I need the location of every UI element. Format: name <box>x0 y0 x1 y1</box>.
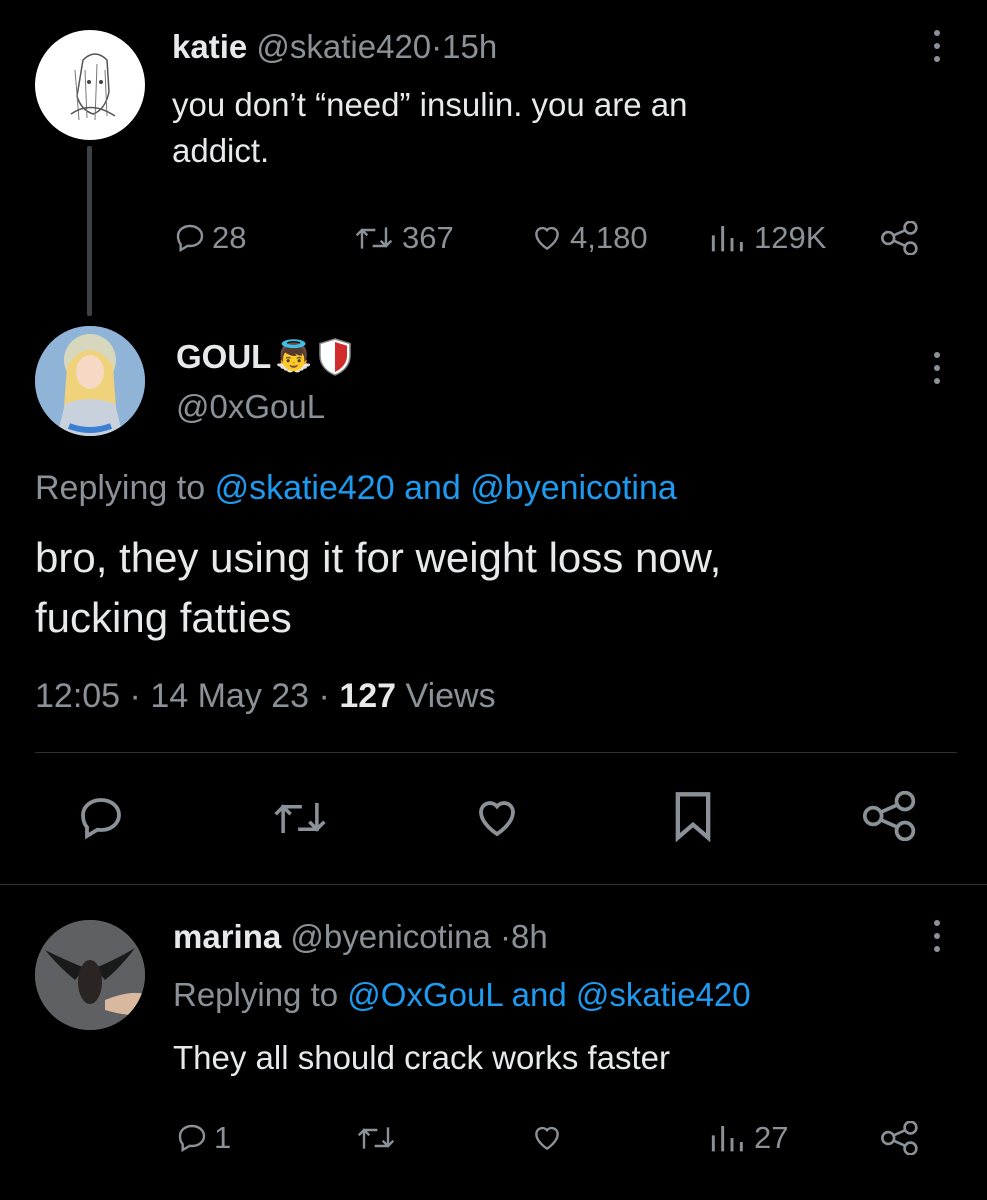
bat-avatar-image <box>35 920 145 1030</box>
tweet-time[interactable]: 8h <box>511 918 548 955</box>
replying-to: Replying to @OxGouL and @skatie420 <box>173 974 751 1016</box>
separator-dot: · <box>129 677 141 715</box>
bookmark-button[interactable] <box>670 792 716 842</box>
views-count: 127 <box>339 677 397 715</box>
share-button[interactable] <box>880 216 920 260</box>
sketch-avatar-image <box>70 53 116 121</box>
author-name[interactable]: GOUL <box>176 336 271 378</box>
retweet-button[interactable] <box>354 1116 398 1160</box>
divider <box>0 884 987 885</box>
views-icon <box>711 1126 743 1152</box>
separator-dot: · <box>318 677 330 715</box>
tweet-text: you don’t “need” insulin. you are an add… <box>172 82 688 174</box>
reply-button[interactable]: 1 <box>176 1116 231 1160</box>
bookmark-icon <box>675 792 711 842</box>
like-button[interactable] <box>470 796 524 840</box>
views-count: 27 <box>754 1120 789 1155</box>
views-count: 129K <box>754 220 827 255</box>
more-icon[interactable] <box>925 348 949 388</box>
thread-line <box>87 146 92 316</box>
share-button[interactable] <box>862 791 918 841</box>
author-name[interactable]: marina <box>173 918 281 955</box>
like-button[interactable]: 4,180 <box>530 216 648 260</box>
mention-and: and <box>404 469 461 507</box>
author-name[interactable]: katie <box>172 28 247 65</box>
separator-dot: · <box>431 28 443 65</box>
views-button[interactable]: 27 <box>708 1116 788 1160</box>
share-button[interactable] <box>880 1116 920 1160</box>
more-icon[interactable] <box>925 916 949 956</box>
mention-link[interactable]: @skatie420 <box>215 469 395 507</box>
avatar-goul[interactable] <box>35 326 145 436</box>
replying-to: Replying to @skatie420 and @byenicotina <box>35 466 677 510</box>
retweet-button[interactable] <box>270 796 330 840</box>
retweet-icon <box>274 803 326 833</box>
separator-dot: · <box>500 918 512 955</box>
tweet-text-line: addict. <box>172 132 270 169</box>
mention-link[interactable]: @skatie420 <box>576 976 751 1013</box>
avatar-marina[interactable] <box>35 920 145 1030</box>
tweet-header: marina @byenicotina ·8h <box>173 916 548 958</box>
reply-button[interactable]: 28 <box>174 216 246 260</box>
like-count: 4,180 <box>570 220 648 255</box>
reply-icon <box>81 798 121 840</box>
angel-emoji: 👼 <box>275 340 313 373</box>
tweet-text-line: you don’t “need” insulin. you are an <box>172 86 688 123</box>
more-icon[interactable] <box>925 26 949 66</box>
tweet-text: They all should crack works faster <box>173 1039 671 1076</box>
like-button[interactable] <box>530 1116 564 1160</box>
share-icon <box>881 221 918 255</box>
like-icon <box>479 801 515 837</box>
shield-icon <box>318 338 351 376</box>
anime-avatar-image <box>35 326 145 436</box>
retweet-icon <box>357 1127 395 1149</box>
retweet-icon <box>355 227 393 249</box>
reply-button[interactable] <box>76 796 126 840</box>
author-handle[interactable]: @skatie420 <box>256 28 431 65</box>
mention-link[interactable]: @OxGouL <box>347 976 502 1013</box>
tweet-text: bro, they using it for weight loss now, … <box>35 528 721 648</box>
reply-count: 28 <box>212 220 247 255</box>
tweet-meta: 12:05 · 14 May 23 · 127 Views <box>35 674 496 718</box>
reply-icon <box>178 1124 206 1153</box>
author-handle[interactable]: @byenicotina <box>290 918 490 955</box>
tweet-text-line: bro, they using it for weight loss now, <box>35 534 722 581</box>
views-button[interactable]: 129K <box>708 216 826 260</box>
replying-prefix: Replying to <box>35 469 206 507</box>
retweet-count: 367 <box>402 220 454 255</box>
share-icon <box>862 791 916 841</box>
tweet-header: GOUL 👼 <box>176 336 353 378</box>
views-icon <box>711 226 743 252</box>
like-icon <box>535 1126 559 1151</box>
mention-link[interactable]: @byenicotina <box>470 469 677 507</box>
tweet-time[interactable]: 15h <box>442 28 497 65</box>
like-icon <box>535 226 559 251</box>
author-handle[interactable]: @0xGouL <box>176 386 325 428</box>
reply-count: 1 <box>214 1120 232 1155</box>
avatar-katie[interactable] <box>35 30 145 140</box>
tweet-header: katie @skatie420·15h <box>172 26 497 68</box>
divider <box>35 752 957 753</box>
replying-prefix: Replying to <box>173 976 339 1013</box>
tweet-time[interactable]: 12:05 <box>35 677 120 715</box>
share-icon <box>881 1121 918 1155</box>
reply-icon <box>176 224 204 253</box>
views-label: Views <box>405 677 496 715</box>
tweet-date[interactable]: 14 May 23 <box>150 677 309 715</box>
mention-and: and <box>511 976 567 1013</box>
tweet-text-line: fucking fatties <box>35 594 292 641</box>
retweet-button[interactable]: 367 <box>352 216 454 260</box>
